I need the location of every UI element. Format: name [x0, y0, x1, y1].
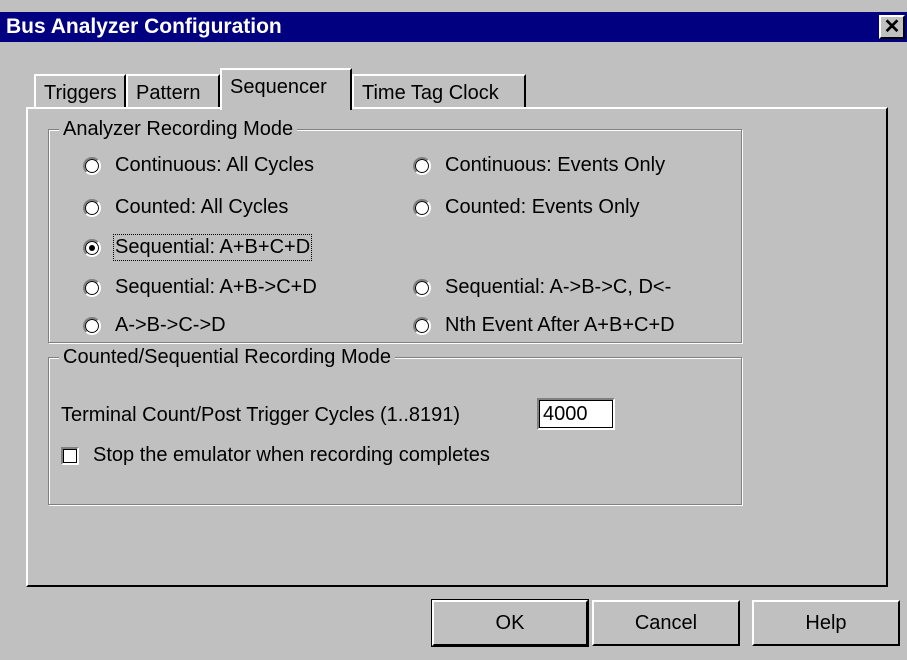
close-icon: ✕ [883, 16, 901, 38]
bus-analyzer-dialog: Bus Analyzer Configuration ✕ Triggers Pa… [0, 0, 907, 660]
stop-emulator-label: Stop the emulator when recording complet… [93, 444, 490, 466]
radio-a-b-c-d-chain[interactable]: A->B->C->D [83, 314, 226, 337]
help-button-label: Help [805, 611, 847, 634]
radio-nth-event-after[interactable]: Nth Event After A+B+C+D [413, 314, 675, 337]
help-button[interactable]: Help [752, 600, 900, 646]
sequencer-tab-panel: Analyzer Recording Mode Continuous: All … [26, 107, 888, 587]
radio-button[interactable] [83, 278, 101, 297]
title-bar: Bus Analyzer Configuration ✕ [0, 12, 907, 42]
counted-mode-group-label: Counted/Sequential Recording Mode [59, 345, 395, 369]
tab-label: Triggers [44, 82, 117, 104]
radio-label: Counted: All Cycles [115, 196, 289, 218]
radio-label: Sequential: A+B->C+D [115, 276, 317, 298]
radio-label: Sequential: A+B+C+D [112, 234, 313, 261]
ok-button[interactable]: OK [431, 599, 589, 647]
radio-button[interactable] [413, 316, 431, 335]
radio-label: Counted: Events Only [445, 196, 640, 218]
radio-label: A->B->C->D [115, 314, 226, 336]
tab-pattern[interactable]: Pattern [126, 74, 220, 108]
cancel-button-label: Cancel [634, 611, 698, 634]
recording-mode-group-label: Analyzer Recording Mode [59, 117, 298, 141]
radio-counted-all-cycles[interactable]: Counted: All Cycles [83, 196, 288, 219]
radio-button[interactable] [413, 198, 431, 217]
radio-counted-events-only[interactable]: Counted: Events Only [413, 196, 640, 219]
radio-sequential-a-b-c-d-back[interactable]: Sequential: A->B->C, D<- [413, 276, 671, 299]
cancel-button[interactable]: Cancel [592, 600, 740, 646]
radio-button[interactable] [413, 156, 431, 175]
radio-button[interactable] [413, 278, 431, 297]
terminal-count-input[interactable]: 4000 [537, 398, 615, 430]
counted-mode-group: Counted/Sequential Recording Mode Termin… [48, 345, 742, 505]
radio-button[interactable] [83, 198, 101, 217]
stop-emulator-option[interactable]: Stop the emulator when recording complet… [61, 444, 490, 467]
tab-label: Sequencer [230, 76, 327, 98]
tab-label: Pattern [136, 82, 201, 104]
radio-sequential-a-b-c-d[interactable]: Sequential: A+B+C+D [83, 234, 313, 261]
radio-button-selected[interactable] [83, 238, 101, 257]
radio-continuous-events-only[interactable]: Continuous: Events Only [413, 154, 665, 177]
radio-button[interactable] [83, 156, 101, 175]
radio-label: Sequential: A->B->C, D<- [445, 276, 672, 298]
terminal-count-label: Terminal Count/Post Trigger Cycles (1..8… [61, 404, 461, 426]
radio-label: Continuous: Events Only [445, 154, 666, 176]
window-title: Bus Analyzer Configuration [6, 15, 282, 38]
tab-sequencer[interactable]: Sequencer [220, 68, 352, 110]
radio-continuous-all-cycles[interactable]: Continuous: All Cycles [83, 154, 314, 177]
radio-sequential-ab-then-cd[interactable]: Sequential: A+B->C+D [83, 276, 317, 299]
stop-emulator-checkbox[interactable] [61, 446, 79, 465]
tab-time-tag-clock[interactable]: Time Tag Clock [352, 74, 526, 108]
radio-label: Nth Event After A+B+C+D [445, 314, 675, 336]
tab-triggers[interactable]: Triggers [34, 74, 126, 108]
radio-label: Continuous: All Cycles [115, 154, 314, 176]
ok-button-label: OK [495, 611, 525, 634]
radio-button[interactable] [83, 316, 101, 335]
recording-mode-group: Analyzer Recording Mode Continuous: All … [48, 117, 742, 343]
close-button[interactable]: ✕ [879, 15, 905, 39]
tab-label: Time Tag Clock [362, 82, 499, 104]
